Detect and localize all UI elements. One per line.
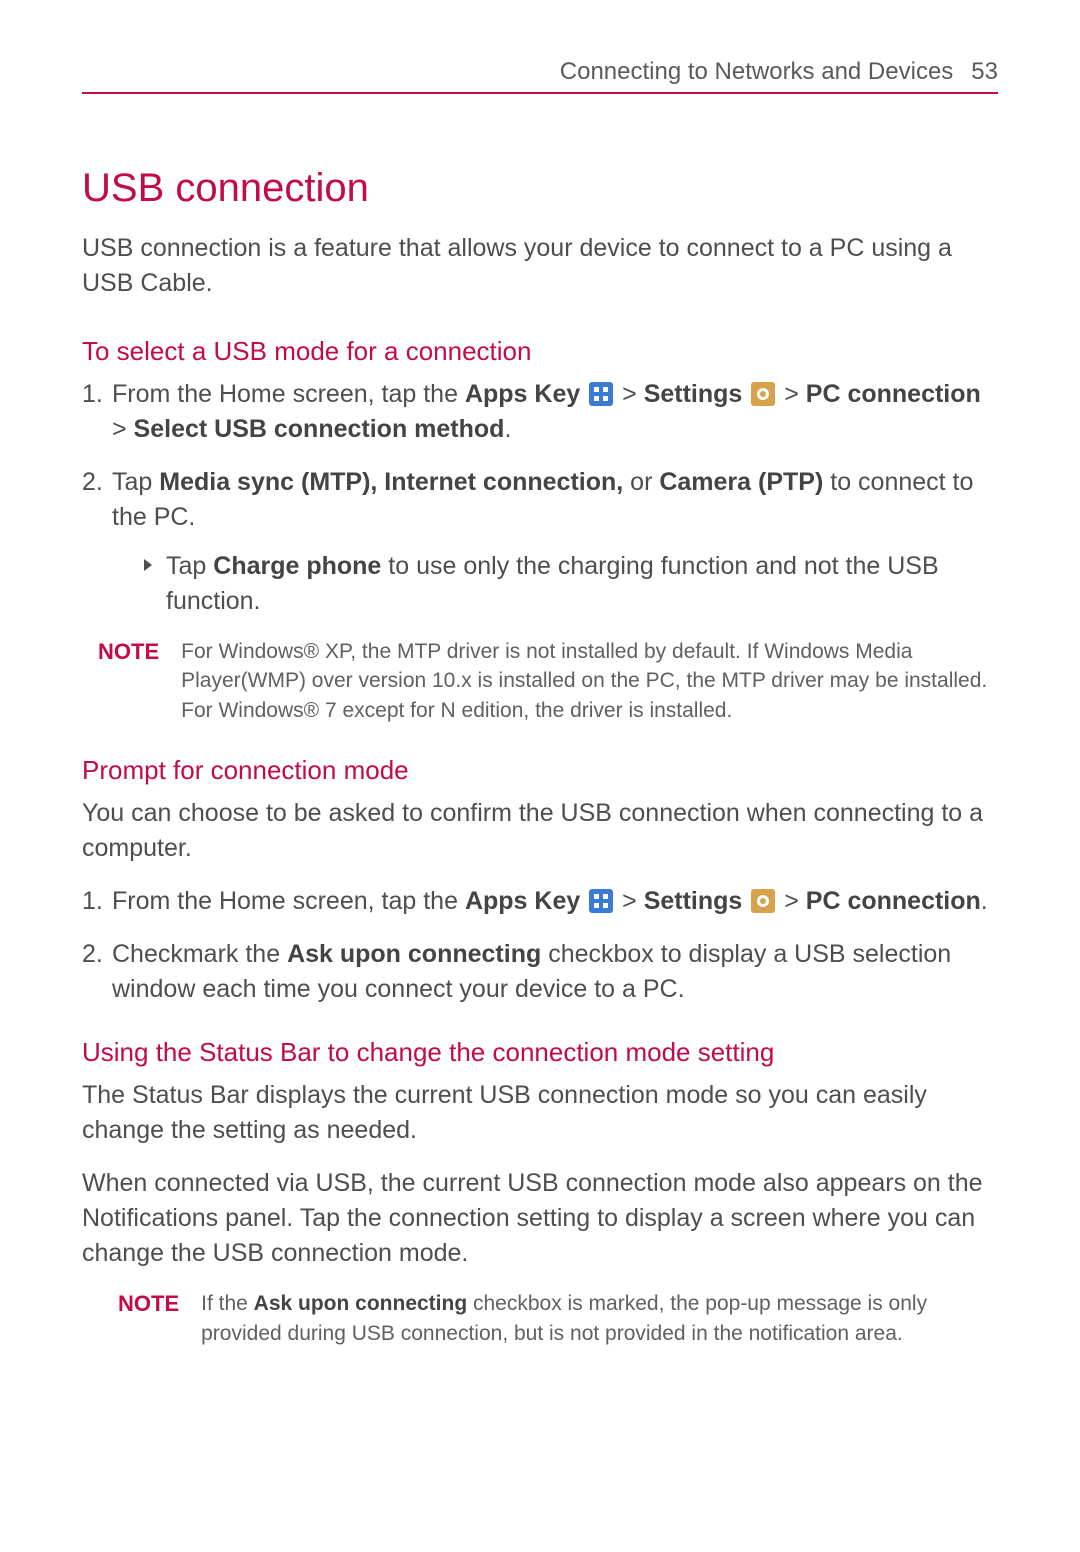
step1-text-prefix: From the Home screen, tap the: [112, 380, 465, 408]
sep: >: [615, 380, 644, 408]
note-label: NOTE: [118, 1289, 179, 1348]
sep: >: [777, 887, 806, 915]
sub-bullet-charge-phone: Tap Charge phone to use only the chargin…: [144, 549, 998, 619]
step2-tap: Tap: [112, 468, 159, 496]
charge-phone-label: Charge phone: [213, 552, 381, 580]
step-number: 1.: [82, 377, 103, 412]
step2-camera: Camera (PTP): [659, 468, 823, 496]
prompt-step2-prefix: Checkmark the: [112, 940, 287, 968]
note-label: NOTE: [98, 637, 159, 725]
pc-connection-label: PC connection: [806, 380, 981, 408]
sep: >: [112, 415, 134, 443]
step-2: 2. Tap Media sync (MTP), Internet connec…: [82, 465, 998, 619]
settings-label: Settings: [644, 380, 743, 408]
heading-select-usb-mode: To select a USB mode for a connection: [82, 336, 998, 367]
select-usb-method-label: Select USB connection method: [134, 415, 505, 443]
header-section-label: Connecting to Networks and Devices: [560, 58, 954, 86]
page-header: Connecting to Networks and Devices 53: [82, 58, 998, 94]
manual-page: Connecting to Networks and Devices 53 US…: [0, 0, 1080, 1552]
note-body: For Windows® XP, the MTP driver is not i…: [181, 637, 998, 725]
settings-label: Settings: [644, 887, 743, 915]
section-status-bar: Using the Status Bar to change the conne…: [82, 1037, 998, 1348]
page-title: USB connection: [82, 166, 998, 211]
heading-status-bar: Using the Status Bar to change the conne…: [82, 1037, 998, 1068]
sep: >: [615, 887, 644, 915]
prompt-step-2: 2. Checkmark the Ask upon connecting che…: [82, 937, 998, 1007]
period: .: [981, 887, 988, 915]
note-prefix: If the: [201, 1292, 254, 1315]
section-prompt-mode: Prompt for connection mode You can choos…: [82, 755, 998, 1007]
step-1: 1. From the Home screen, tap the Apps Ke…: [82, 377, 998, 447]
note-body: If the Ask upon connecting checkbox is m…: [201, 1289, 998, 1348]
heading-prompt-mode: Prompt for connection mode: [82, 755, 998, 786]
prompt-intro: You can choose to be asked to confirm th…: [82, 796, 998, 866]
period: .: [504, 415, 511, 443]
settings-icon: [751, 382, 775, 406]
steps-list: 1. From the Home screen, tap the Apps Ke…: [82, 377, 998, 619]
sep: >: [777, 380, 806, 408]
settings-icon: [751, 889, 775, 913]
ask-upon-connecting-label: Ask upon connecting: [254, 1292, 468, 1315]
ask-upon-connecting-label: Ask upon connecting: [287, 940, 541, 968]
sub-tap: Tap: [166, 552, 213, 580]
intro-text: USB connection is a feature that allows …: [82, 231, 998, 300]
step2-options: Media sync (MTP), Internet connection,: [159, 468, 623, 496]
section-select-usb-mode: To select a USB mode for a connection 1.…: [82, 336, 998, 725]
pc-connection-label: PC connection: [806, 887, 981, 915]
apps-key-label: Apps Key: [465, 380, 580, 408]
apps-key-label: Apps Key: [465, 887, 580, 915]
step-number: 2.: [82, 937, 103, 972]
status-bar-p1: The Status Bar displays the current USB …: [82, 1078, 998, 1148]
step-number: 2.: [82, 465, 103, 500]
note-block: NOTE For Windows® XP, the MTP driver is …: [98, 637, 998, 725]
step2-or: or: [623, 468, 659, 496]
prompt-steps-list: 1. From the Home screen, tap the Apps Ke…: [82, 884, 998, 1007]
apps-key-icon: [589, 889, 613, 913]
status-bar-p2: When connected via USB, the current USB …: [82, 1166, 998, 1271]
page-number: 53: [971, 58, 998, 86]
prompt-step-1: 1. From the Home screen, tap the Apps Ke…: [82, 884, 998, 919]
step-number: 1.: [82, 884, 103, 919]
prompt-step1-prefix: From the Home screen, tap the: [112, 887, 465, 915]
note-block: NOTE If the Ask upon connecting checkbox…: [118, 1289, 998, 1348]
apps-key-icon: [589, 382, 613, 406]
